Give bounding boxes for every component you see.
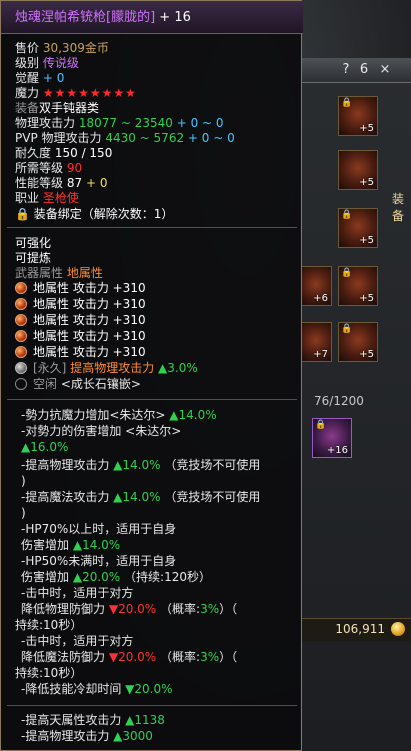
can-enhance: 可强化 xyxy=(15,236,52,250)
lock-icon: 🔒 xyxy=(15,207,30,221)
perm-row: [永久] 提高物理攻击力 ▲3.0% xyxy=(15,361,198,376)
divider xyxy=(7,399,297,400)
divider xyxy=(7,705,297,706)
req-level-row: 所需等级 90 xyxy=(15,161,83,175)
divider xyxy=(7,227,297,228)
close-button[interactable]: × xyxy=(377,62,393,78)
magic-row: 魔力 ★★★★★★★★ xyxy=(15,86,137,100)
effect-line: -降低技能冷却时间 ▼20.0% xyxy=(21,682,173,696)
inventory-slot[interactable]: +6 xyxy=(300,266,332,306)
lock-icon: 🔒 xyxy=(341,324,353,334)
item-name: 烛魂涅帕希铳枪[朦胧的] xyxy=(15,10,156,25)
effect-line: -HP70%以上时，适用于自身 xyxy=(21,522,177,536)
bind-row: 🔒 装备绑定（解除次数：1） xyxy=(15,207,174,221)
fire-orb-icon xyxy=(15,298,27,310)
bonus-line: -提高物理攻击力 ▲3000 xyxy=(21,729,153,743)
lock-button[interactable]: 6 xyxy=(356,62,372,78)
effect-line: 持续:10秒） xyxy=(15,618,83,632)
magic-stars: ★★★★★★★★ xyxy=(42,86,137,100)
inventory-slot[interactable]: 🔒 +5 xyxy=(338,208,378,248)
weapon-attr-row: 武器属性 地属性 xyxy=(15,266,103,280)
phys-atk-row: 物理攻击力 18077 ~ 23540 + 0 ~ 0 xyxy=(15,116,224,130)
inventory-slot[interactable]: 🔒 +5 xyxy=(338,266,378,306)
level-row: 级别 传说级 xyxy=(15,56,79,70)
empty-socket-icon xyxy=(15,378,27,390)
lock-icon: 🔒 xyxy=(341,268,353,278)
effect-line: 伤害增加 ▲14.0% xyxy=(21,538,121,552)
fire-orb-icon xyxy=(15,314,27,326)
price-row: 售价 30,309金币 xyxy=(15,41,109,55)
effect-line: ) xyxy=(21,506,26,520)
effect-line: -击中时，适用于对方 xyxy=(21,586,134,600)
gem-icon xyxy=(15,362,27,374)
awaken-row: 觉醒 + 0 xyxy=(15,71,65,85)
bonus-line: -提高天属性攻击力 ▲1138 xyxy=(21,713,165,727)
lock-icon: 🔒 xyxy=(341,98,353,108)
effect-line: -勢力抗魔力增加<朱达尔> ▲14.0% xyxy=(21,408,217,422)
can-refine: 可提炼 xyxy=(15,251,52,265)
effect-line: -提高魔法攻击力 ▲14.0% （竞技场不可使用 xyxy=(21,490,261,504)
effect-line: 降低魔法防御力 ▼20.0% （概率:3%）（ xyxy=(21,650,238,664)
coin-icon xyxy=(391,622,405,636)
item-title: 烛魂涅帕希铳枪[朦胧的] + 16 xyxy=(15,10,191,25)
effect-line: 伤害增加 ▲20.0% （持续:120秒） xyxy=(21,570,211,584)
effect-line: -HP50%未满时，适用于自身 xyxy=(21,554,177,568)
item-enhance: + 16 xyxy=(159,10,191,25)
effect-line: -提高物理攻击力 ▲14.0% （竞技场不可使用 xyxy=(21,458,261,472)
lock-icon: 🔒 xyxy=(341,210,353,220)
equip-row: 装备双手钝器类 xyxy=(15,101,100,115)
effect-line: -击中时，适用于对方 xyxy=(21,634,134,648)
effect-line: -对勢力的伤害增加 <朱达尔> xyxy=(21,424,182,438)
earth-attr-line: 地属性 攻击力 +310 xyxy=(15,313,146,328)
inventory-slot[interactable]: +7 xyxy=(300,322,332,362)
socket-row: 空闲 <成长石镶嵌> xyxy=(15,377,141,392)
fire-orb-icon xyxy=(15,330,27,342)
item-tooltip: 烛魂涅帕希铳枪[朦胧的] + 16 售价 30,309金币 级别 传说级 觉醒 … xyxy=(0,0,303,751)
gold-amount: 106,911 xyxy=(335,622,385,636)
inventory-slot[interactable]: 🔒 +5 xyxy=(338,96,378,136)
fire-orb-icon xyxy=(15,282,27,294)
inventory-count: 76/1200 xyxy=(314,394,364,408)
help-button[interactable]: ? xyxy=(338,62,354,78)
equip-side-label: 装备 xyxy=(392,192,405,223)
earth-attr-line: 地属性 攻击力 +310 xyxy=(15,345,146,360)
perf-level-row: 性能等级 87 + 0 xyxy=(15,176,108,190)
effect-line: 持续:10秒） xyxy=(15,666,83,680)
effect-line: ▲16.0% xyxy=(21,440,69,454)
earth-attr-line: 地属性 攻击力 +310 xyxy=(15,281,146,296)
earth-attr-line: 地属性 攻击力 +310 xyxy=(15,329,146,344)
fire-orb-icon xyxy=(15,346,27,358)
inventory-slot[interactable]: 🔒 +5 xyxy=(338,322,378,362)
gold-bar: 106,911 xyxy=(300,618,411,641)
inventory-slot[interactable]: +5 xyxy=(338,150,378,190)
effect-line: ) xyxy=(21,474,26,488)
pvp-atk-row: PVP 物理攻击力 4430 ~ 5762 + 0 ~ 0 xyxy=(15,131,235,145)
job-row: 职业 圣枪使 xyxy=(15,191,79,205)
selected-item-slot[interactable]: 🔒 +16 xyxy=(312,418,352,458)
effect-line: 降低物理防御力 ▼20.0% （概率:3%）（ xyxy=(21,602,238,616)
durability-row: 耐久度 150 / 150 xyxy=(15,146,113,160)
lock-icon: 🔒 xyxy=(315,420,327,430)
earth-attr-line: 地属性 攻击力 +310 xyxy=(15,297,146,312)
